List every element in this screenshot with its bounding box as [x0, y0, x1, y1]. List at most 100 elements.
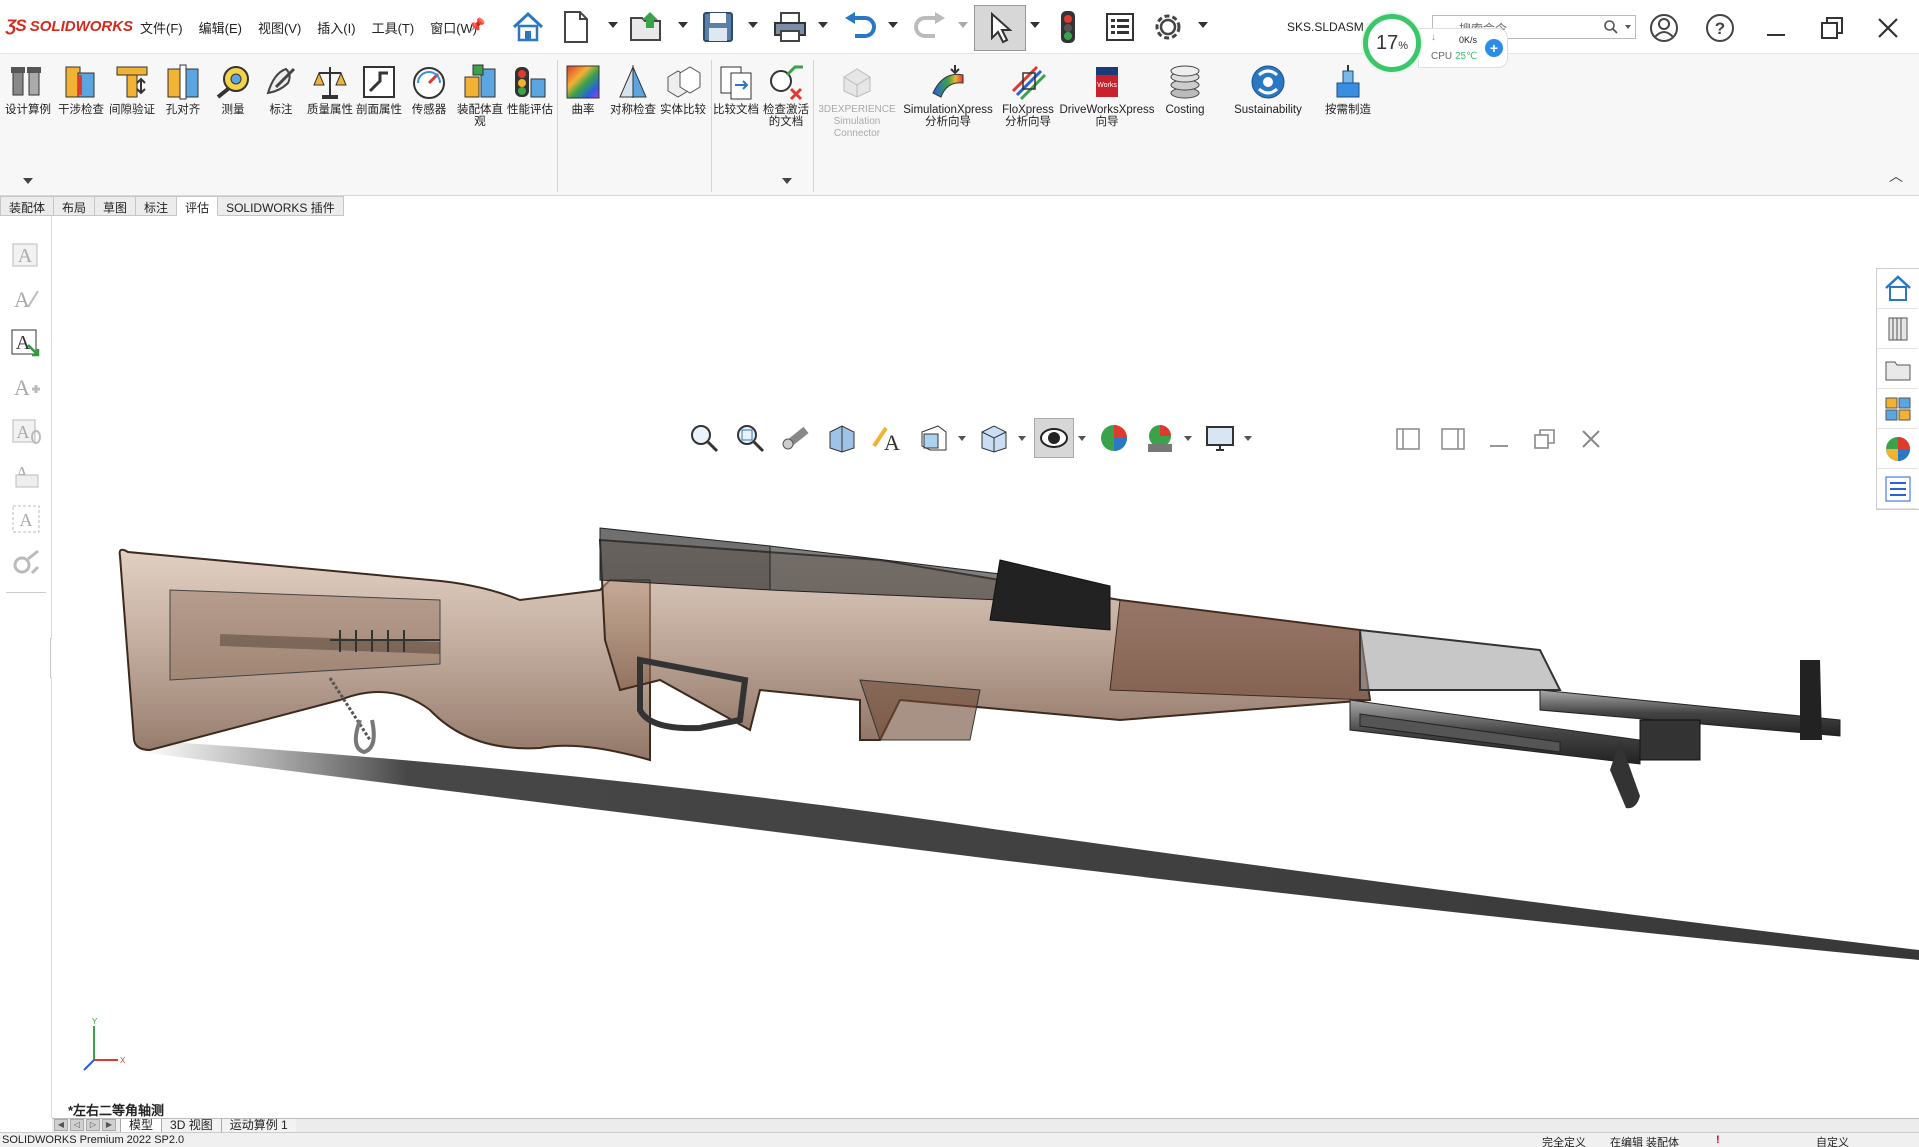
redo-button[interactable] — [908, 8, 952, 46]
tab-assembly[interactable]: 装配体 — [0, 196, 55, 216]
tab-model[interactable]: 模型 — [120, 1118, 162, 1133]
print-button[interactable] — [768, 8, 812, 46]
annotation-view-tool[interactable]: A — [6, 456, 46, 494]
task-pane-home-tab[interactable] — [1877, 269, 1918, 309]
tile-left-button[interactable] — [1393, 424, 1423, 454]
add-annotation-tool[interactable]: A — [6, 368, 46, 406]
help-button[interactable]: ? — [1704, 12, 1736, 44]
display-style-button[interactable] — [974, 418, 1014, 458]
undo-dropdown[interactable] — [888, 22, 898, 28]
tab-3d-views[interactable]: 3D 视图 — [161, 1118, 221, 1133]
next-tab-icon[interactable]: ▷ — [86, 1119, 100, 1131]
tool-compare-bodies[interactable]: 实体比较 — [658, 62, 708, 116]
tool-measure[interactable]: 测量 — [208, 62, 258, 116]
last-tab-icon[interactable]: ▶ — [102, 1119, 116, 1131]
view-settings-dropdown[interactable] — [1244, 435, 1252, 441]
restore-button[interactable] — [1816, 12, 1848, 44]
dimension-tool[interactable]: A — [6, 280, 46, 318]
tool-markup[interactable]: 标注 — [256, 62, 306, 116]
file-properties-button[interactable] — [1100, 8, 1140, 46]
task-pane-custom-properties-tab[interactable] — [1877, 469, 1918, 509]
view-orientation-button[interactable] — [914, 418, 954, 458]
tool-manufacture-on-demand[interactable]: 按需制造 — [1323, 62, 1373, 116]
tool-performance-evaluation[interactable]: 性能评估 — [505, 62, 555, 116]
apply-scene-dropdown[interactable] — [1184, 435, 1192, 441]
open-button[interactable] — [626, 8, 670, 46]
prev-tab-icon[interactable]: ◁ — [70, 1119, 84, 1131]
tool-simulationxpress[interactable]: SimulationXpress 分析向导 — [900, 62, 996, 128]
zoom-to-area-button[interactable] — [730, 418, 770, 458]
tool-costing[interactable]: Costing — [1160, 62, 1210, 116]
rebuild-indicator-icon[interactable]: ! — [1716, 1134, 1720, 1146]
rebuild-button[interactable] — [1052, 8, 1084, 46]
select-button[interactable] — [974, 5, 1026, 51]
open-dropdown[interactable] — [678, 22, 688, 28]
save-button[interactable] — [696, 8, 740, 46]
graphics-area[interactable]: A Y X — [52, 216, 1919, 1118]
collapse-ribbon-icon[interactable]: ︿ — [1889, 166, 1903, 186]
note-tool[interactable]: A — [6, 236, 46, 274]
plus-icon[interactable]: + — [1485, 39, 1503, 57]
annotation-arrow-tool[interactable]: A — [6, 324, 46, 362]
tool-mass-properties[interactable]: 质量属性 — [305, 62, 355, 116]
view-orientation-dropdown[interactable] — [958, 435, 966, 441]
options-button[interactable] — [1148, 8, 1188, 46]
redo-dropdown[interactable] — [958, 22, 968, 28]
tab-solidworks-addins[interactable]: SOLIDWORKS 插件 — [218, 196, 344, 216]
tile-right-button[interactable] — [1438, 424, 1468, 454]
previous-view-button[interactable] — [776, 418, 816, 458]
first-tab-icon[interactable]: ◀ — [54, 1119, 68, 1131]
menu-edit[interactable]: 编辑(E) — [199, 18, 242, 37]
tool-interference-check[interactable]: 干涉检查 — [56, 62, 106, 116]
units-status[interactable]: 自定义 — [1816, 1134, 1849, 1147]
tab-layout[interactable]: 布局 — [54, 196, 96, 216]
task-pane-resources-tab[interactable] — [1877, 309, 1918, 349]
tool-check-active-document[interactable]: 检查激活的文档 — [761, 62, 811, 128]
task-pane-appearances-tab[interactable] — [1877, 429, 1918, 469]
tool-symmetry-check[interactable]: 对称检查 — [608, 62, 658, 116]
save-dropdown[interactable] — [748, 22, 758, 28]
zoom-to-fit-button[interactable] — [684, 418, 724, 458]
annotation-link-tool[interactable]: A — [6, 412, 46, 450]
options-dropdown[interactable] — [1198, 22, 1208, 28]
display-style-dropdown[interactable] — [1018, 435, 1026, 441]
task-pane-design-library-tab[interactable] — [1877, 349, 1918, 389]
search-dropdown[interactable] — [1625, 25, 1631, 29]
tab-markup[interactable]: 标注 — [136, 196, 178, 216]
annotation-frame-tool[interactable]: A — [6, 500, 46, 538]
viewport-restore-button[interactable] — [1530, 424, 1560, 454]
tool-clearance-verification[interactable]: 间隙验证 — [107, 62, 157, 116]
edit-appearance-button[interactable] — [1094, 418, 1134, 458]
user-account-button[interactable] — [1648, 12, 1680, 44]
tab-motion-study-1[interactable]: 运动算例 1 — [220, 1118, 296, 1133]
tool-floxpress[interactable]: FloXpress 分析向导 — [1000, 62, 1056, 128]
apply-scene-button[interactable] — [1140, 418, 1180, 458]
view-settings-button[interactable] — [1200, 418, 1240, 458]
tab-sketch[interactable]: 草图 — [95, 196, 137, 216]
tab-evaluate[interactable]: 评估 — [177, 196, 219, 216]
section-view-button[interactable] — [822, 418, 862, 458]
viewport-minimize-button[interactable] — [1484, 424, 1514, 454]
cpu-usage-widget[interactable]: 17% — [1363, 14, 1421, 72]
menu-tools[interactable]: 工具(T) — [372, 18, 415, 37]
tool-design-study[interactable]: 设计算例 — [3, 62, 53, 116]
search-icon[interactable] — [1603, 19, 1619, 35]
hide-show-dropdown[interactable] — [1078, 435, 1086, 441]
tool-curvature[interactable]: 曲率 — [558, 62, 608, 116]
hide-show-items-button[interactable] — [1034, 418, 1074, 458]
new-dropdown[interactable] — [608, 22, 618, 28]
viewport-close-button[interactable] — [1576, 424, 1606, 454]
solidworks-logo[interactable]: ƷS SOLIDWORKS — [6, 16, 133, 36]
tool-sensor[interactable]: 传感器 — [404, 62, 454, 116]
tool-section-properties[interactable]: 剖面属性 — [354, 62, 404, 116]
new-document-button[interactable] — [556, 8, 596, 46]
select-dropdown[interactable] — [1030, 22, 1040, 28]
tool-sustainability[interactable]: Sustainability — [1230, 62, 1306, 116]
tool-assembly-visualization[interactable]: 装配体直观 — [455, 62, 505, 128]
check-document-dropdown[interactable] — [782, 178, 792, 184]
close-button[interactable] — [1872, 12, 1904, 44]
sks-rifle-model[interactable] — [52, 216, 1919, 1118]
tool-compare-documents[interactable]: 比较文档 — [711, 62, 761, 116]
annotation-settings-tool[interactable] — [6, 544, 46, 582]
dynamic-annotation-button[interactable]: A — [868, 418, 908, 458]
